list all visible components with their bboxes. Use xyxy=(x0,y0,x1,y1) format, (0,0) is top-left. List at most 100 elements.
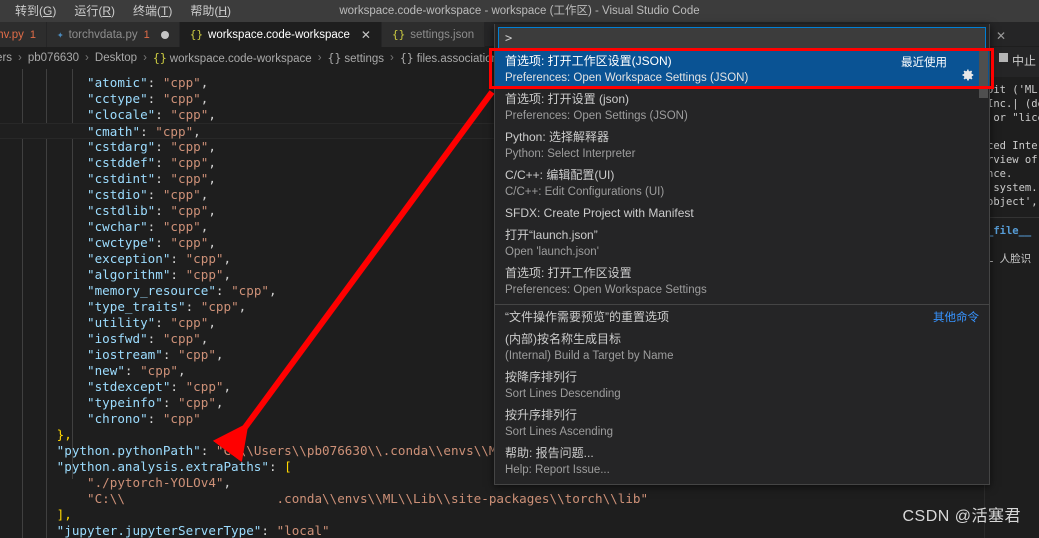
command-palette-item-title: Python: 选择解释器 xyxy=(505,130,610,144)
breadcrumb-item-5[interactable]: {} files.associations xyxy=(398,51,506,65)
terminal-output-line: Inc.| (defa xyxy=(987,98,1039,110)
breadcrumb-item-0[interactable]: Users xyxy=(0,52,14,64)
command-palette-input[interactable] xyxy=(498,27,986,49)
code-string: "C:\\ .conda\\envs\\ML\\Lib\\site-packag… xyxy=(87,491,649,506)
code-punctuation: : xyxy=(170,267,186,282)
code-string: "cpp" xyxy=(162,331,201,346)
menu-item-1[interactable]: 运行(R) xyxy=(65,1,124,21)
gear-icon[interactable] xyxy=(961,68,975,82)
command-palette-item-subtitle: (Internal) Build a Target by Name xyxy=(505,350,674,362)
code-key: "jupyter.jupyterServerType" xyxy=(56,523,262,538)
command-palette-recently-used-label: 最近使用 xyxy=(901,57,947,69)
command-palette-item-6[interactable]: 首选项: 打开工作区设置 Preferences: Open Workspace … xyxy=(495,263,989,301)
code-punctuation: : xyxy=(155,155,171,170)
command-palette-list[interactable]: 首选项: 打开工作区设置(JSON) Preferences: Open Work… xyxy=(495,51,989,484)
command-palette-item-title: 打开“launch.json” xyxy=(505,228,598,242)
editor-tab-badge: 1 xyxy=(29,28,36,41)
code-key: "algorithm" xyxy=(87,267,171,282)
code-line[interactable]: "jupyter.jupyterServerType": "local" xyxy=(0,523,648,538)
command-palette-item-2[interactable]: Python: 选择解释器 Python: Select Interpreter xyxy=(495,127,989,165)
code-string: "cpp" xyxy=(178,347,216,362)
command-palette-item-11[interactable]: 帮助: 报告问题... Help: Report Issue... xyxy=(495,443,989,481)
stop-icon[interactable] xyxy=(999,53,1008,62)
code-key: "stdexcept" xyxy=(87,379,171,394)
code-line[interactable]: "C:\\ .conda\\envs\\ML\\Lib\\site-packag… xyxy=(0,491,648,507)
code-string: "cpp" xyxy=(185,267,224,282)
command-palette-item-7[interactable]: “文件操作需要预览”的重置选项 其他命令 xyxy=(495,307,989,329)
command-palette-item-title: 按降序排列行 xyxy=(505,370,578,384)
command-palette-item-subtitle: C/C++: Edit Configurations (UI) xyxy=(505,186,665,198)
breadcrumb-item-3[interactable]: {} workspace.code-workspace xyxy=(151,51,314,65)
breadcrumb-item-2[interactable]: Desktop xyxy=(93,52,139,64)
command-palette-item-4[interactable]: SFDX: Create Project with Manifest xyxy=(495,203,989,225)
breadcrumb-item-1[interactable]: pb076630 xyxy=(26,52,81,64)
close-icon[interactable]: ✕ xyxy=(361,29,371,41)
json-icon: {} xyxy=(152,51,167,65)
json-icon: {} xyxy=(189,28,204,41)
command-palette-item-8[interactable]: (内部)按名称生成目标 (Internal) Build a Target by … xyxy=(495,329,989,367)
menu-item-2[interactable]: 终端(T) xyxy=(124,1,181,21)
menu-item-3[interactable]: 帮助(H) xyxy=(181,1,240,21)
code-key: "typeinfo" xyxy=(87,395,163,410)
code-punctuation: : xyxy=(147,75,163,90)
command-palette-more-commands-link[interactable]: 其他命令 xyxy=(933,309,979,325)
terminal-output: oit ('ML': c Inc.| (defa or "licens ced In… xyxy=(985,77,1039,266)
breadcrumb-item-label: pb076630 xyxy=(27,52,80,64)
command-palette-item-3[interactable]: C/C++: 编辑配置(UI) C/C++: Edit Configuration… xyxy=(495,165,989,203)
code-punctuation: : xyxy=(140,124,156,139)
menu-item-0[interactable]: 转到(G) xyxy=(6,1,65,21)
command-palette[interactable]: 首选项: 打开工作区设置(JSON)Preferences: Open Work… xyxy=(494,24,990,485)
code-punctuation: , xyxy=(223,475,232,490)
code-string: "cpp" xyxy=(162,411,201,426)
code-key: "iostream" xyxy=(87,347,163,362)
code-punctuation: : xyxy=(147,187,163,202)
code-punctuation: , xyxy=(208,155,216,170)
code-punctuation: : xyxy=(155,139,171,154)
code-key: "iosfwd" xyxy=(87,331,148,346)
command-palette-item-9[interactable]: 按降序排列行 Sort Lines Descending xyxy=(495,367,989,405)
editor-tab-2[interactable]: {} workspace.code-workspace ✕ xyxy=(179,22,382,47)
breadcrumb-item-4[interactable]: {} settings xyxy=(326,51,387,65)
vscode-window: 转到(G) 运行(R) 终端(T) 帮助(H) workspace.code-work… xyxy=(0,0,1039,538)
editor-tab-3[interactable]: {} settings.json xyxy=(381,22,486,47)
editor-tab-0[interactable]: ✦rchv.py1 xyxy=(0,22,47,47)
code-punctuation: , xyxy=(200,331,209,346)
command-palette-item-title: 首选项: 打开设置 (json) xyxy=(505,92,630,106)
dirty-indicator-icon[interactable] xyxy=(160,30,169,39)
code-string: "cpp" xyxy=(162,219,201,234)
code-key: "cstdint" xyxy=(87,171,156,186)
command-palette-item-title: 首选项: 打开工作区设置 xyxy=(505,266,632,280)
code-string: "cpp" xyxy=(170,235,209,250)
code-punctuation: : xyxy=(155,235,171,250)
breadcrumb-item-label: Users xyxy=(0,52,13,64)
command-palette-item-0[interactable]: 首选项: 打开工作区设置(JSON) Preferences: Open Work… xyxy=(495,51,989,89)
command-palette-item-subtitle: Sort Lines Ascending xyxy=(505,426,614,438)
command-palette-item-1[interactable]: 首选项: 打开设置 (json) Preferences: Open Settin… xyxy=(495,89,989,127)
command-palette-scrollbar[interactable] xyxy=(979,50,988,98)
code-key: "cstdlib" xyxy=(87,203,156,218)
code-line[interactable]: ], xyxy=(0,507,648,523)
command-palette-item-10[interactable]: 按升序排列行 Sort Lines Ascending xyxy=(495,405,989,443)
code-punctuation: : xyxy=(170,251,186,266)
command-palette-item-subtitle: Sort Lines Descending xyxy=(505,388,621,400)
editor-tab-label: rchv.py xyxy=(0,28,24,41)
abort-label[interactable]: 中止 xyxy=(1012,52,1036,69)
editor-tab-label: torchvdata.py xyxy=(68,28,138,41)
terminal-panel[interactable]: oit ('ML': c Inc.| (defa or "licens ced In… xyxy=(984,47,1039,538)
terminal-tail-line: L 人脸识 xyxy=(987,253,1032,265)
breadcrumb-item-label: Desktop xyxy=(94,52,138,64)
close-icon[interactable]: ✕ xyxy=(996,29,1006,43)
code-string: "cpp" xyxy=(170,315,209,330)
code-key: "exception" xyxy=(87,251,171,266)
editor-tab-1[interactable]: ✦ torchvdata.py 1 xyxy=(46,22,180,47)
command-palette-item-5[interactable]: 打开“launch.json” Open 'launch.json' xyxy=(495,225,989,263)
